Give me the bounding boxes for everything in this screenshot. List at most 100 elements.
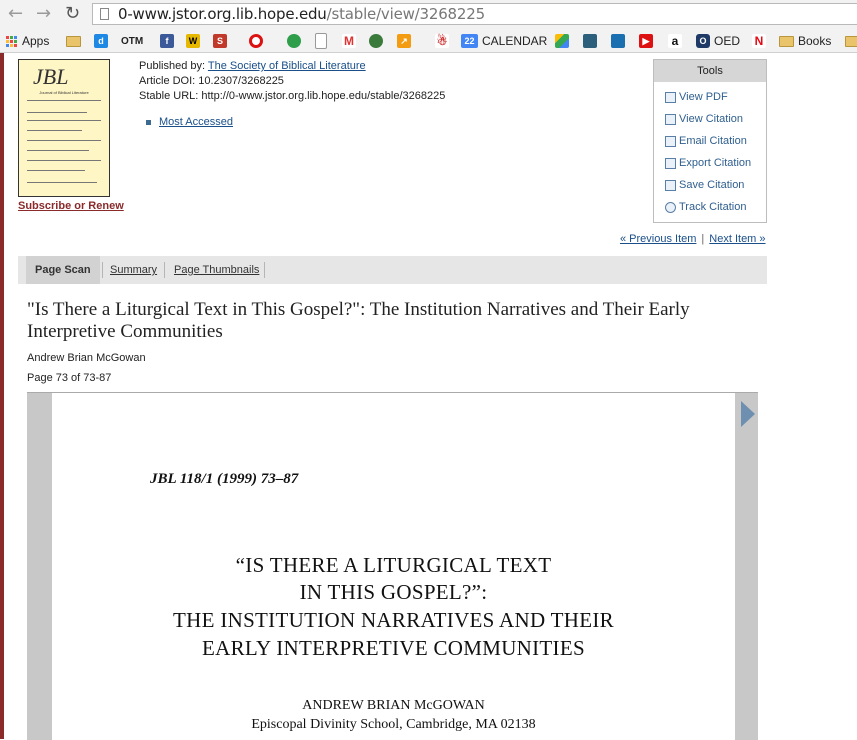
browser-toolbar: ← → ↻ 0-www.jstor.org.lib.hope.edu/stabl… [0,0,857,29]
document-icon [315,33,327,49]
most-accessed[interactable]: Most Accessed [146,116,233,128]
publication-info: Published by: The Society of Biblical Li… [139,60,446,102]
reload-icon[interactable]: ↻ [65,4,80,24]
cover-subtitle: Journal of Biblical Literature [39,90,89,95]
bookmark-folder[interactable] [66,33,85,49]
address-bar[interactable]: 0-www.jstor.org.lib.hope.edu/stable/view… [92,3,857,25]
next-page-arrow-icon[interactable] [741,401,755,427]
library-icon [583,34,597,48]
bookmark-lines[interactable] [583,33,601,49]
calendar-icon: 22 [461,34,478,48]
view-citation-link[interactable]: View Citation [665,113,743,125]
view-pdf-link[interactable]: View PDF [665,91,728,103]
bookmark-apps[interactable]: Apps [6,33,49,49]
drive-icon [555,34,569,48]
bookmark-circle[interactable] [249,33,267,49]
scan-affiliation: Episcopal Divinity School, Cambridge, MA… [251,717,536,732]
bookmark-w[interactable]: W [186,33,204,49]
item-navigation: « Previous Item | Next Item » [620,233,766,245]
tab-page-scan[interactable]: Page Scan [26,256,100,284]
scan-author: ANDREW BRIAN McGOWAN [302,698,485,713]
clock-icon [665,201,676,213]
export-citation-link[interactable]: Export Citation [665,157,751,169]
youtube-icon: ▶ [639,34,653,48]
folder-icon [845,35,857,47]
w-icon: W [186,34,200,48]
bookmark-d[interactable]: d [94,33,112,49]
oed-icon: O [696,34,710,48]
bookmark-folder-more[interactable] [845,33,857,49]
amazon-icon: a [668,34,682,48]
chat-icon [287,34,301,48]
person-icon: ☃ [435,34,449,48]
next-item-link[interactable]: Next Item » [709,233,765,245]
pdf-icon [665,91,676,103]
bookmark-drive[interactable] [555,33,573,49]
folder-icon [779,35,794,47]
previous-item-link[interactable]: « Previous Item [620,233,696,245]
bullet-icon [146,119,151,125]
scan-title-line: EARLY INTERPRETIVE COMMUNITIES [202,636,585,660]
scan-page: JBL 118/1 (1999) 73–87 “IS THERE A LITUR… [52,393,735,740]
folder-icon [66,35,81,47]
article-title: "Is There a Liturgical Text in This Gosp… [27,299,690,342]
tab-summary[interactable]: Summary [110,256,157,284]
bookmark-chart[interactable]: ↗ [397,33,415,49]
bookmark-calendar[interactable]: 22 CALENDAR [461,33,547,49]
publisher-link[interactable]: The Society of Biblical Literature [208,60,366,72]
bookmark-person[interactable]: ☃ [435,33,453,49]
tools-panel: Tools View PDF View Citation Email Citat… [653,59,767,223]
export-icon [665,157,676,169]
email-icon [665,135,676,147]
article-doi: Article DOI: 10.2307/3268225 [139,75,284,87]
cover-logo: JBL [33,64,69,89]
journal-cover[interactable]: JBL Journal of Biblical Literature [18,59,110,197]
bookmark-gmail[interactable]: M [342,33,360,49]
bookmark-wave[interactable] [611,33,629,49]
bookmark-facebook[interactable]: f [160,33,178,49]
bookmark-amazon[interactable]: a [668,33,686,49]
stable-url: Stable URL: http://0-www.jstor.org.lib.h… [139,90,446,102]
url-text: 0-www.jstor.org.lib.hope.edu/stable/view… [118,5,485,23]
facebook-icon: f [160,34,174,48]
bookmark-otm[interactable]: OTM [121,33,143,49]
page-icon [100,8,109,20]
wave-icon [611,34,625,48]
page-number: Page 73 of 73-87 [27,372,112,384]
back-icon[interactable]: ← [8,4,23,24]
scan-title-line: “IS THERE A LITURGICAL TEXT [235,553,552,577]
left-edge [0,53,4,739]
scan-citation: JBL 118/1 (1999) 73–87 [150,471,299,487]
chart-icon: ↗ [397,34,411,48]
bookmark-youtube[interactable]: ▶ [639,33,657,49]
bookmarks-bar: Apps d OTM f W S M ↗ ☃ 22 CALENDAR ▶ a OO… [0,29,857,53]
subscribe-link[interactable]: Subscribe or Renew [18,200,124,212]
page-scan-viewer[interactable]: JBL 118/1 (1999) 73–87 “IS THERE A LITUR… [27,392,758,740]
email-citation-link[interactable]: Email Citation [665,135,747,147]
d-icon: d [94,34,108,48]
gmail-icon: M [342,34,356,48]
bookmark-globe[interactable] [369,33,387,49]
apps-grid-icon [6,35,17,47]
folder-citation-icon [665,113,676,125]
track-citation-link[interactable]: Track Citation [665,201,746,213]
record-icon [249,34,263,48]
globe-icon [369,34,383,48]
article-author: Andrew Brian McGowan [27,352,146,364]
scan-title-line: THE INSTITUTION NARRATIVES AND THEIR [173,608,614,632]
bookmark-oed[interactable]: O OED [696,33,740,49]
bookmark-books[interactable]: Books [779,33,831,49]
bookmark-green[interactable] [287,33,305,49]
view-tabs: Page Scan Summary Page Thumbnails [18,256,767,284]
bookmark-netflix[interactable]: N [752,33,770,49]
tab-page-thumbnails[interactable]: Page Thumbnails [174,256,259,284]
save-citation-link[interactable]: Save Citation [665,179,744,191]
bookmark-page[interactable] [315,33,331,49]
s-icon: S [213,34,227,48]
netflix-icon: N [752,34,766,48]
scan-title-line: IN THIS GOSPEL?”: [299,580,488,604]
bookmark-s[interactable]: S [213,33,231,49]
forward-icon[interactable]: → [36,4,51,24]
save-icon [665,179,676,191]
tools-header: Tools [654,60,766,82]
